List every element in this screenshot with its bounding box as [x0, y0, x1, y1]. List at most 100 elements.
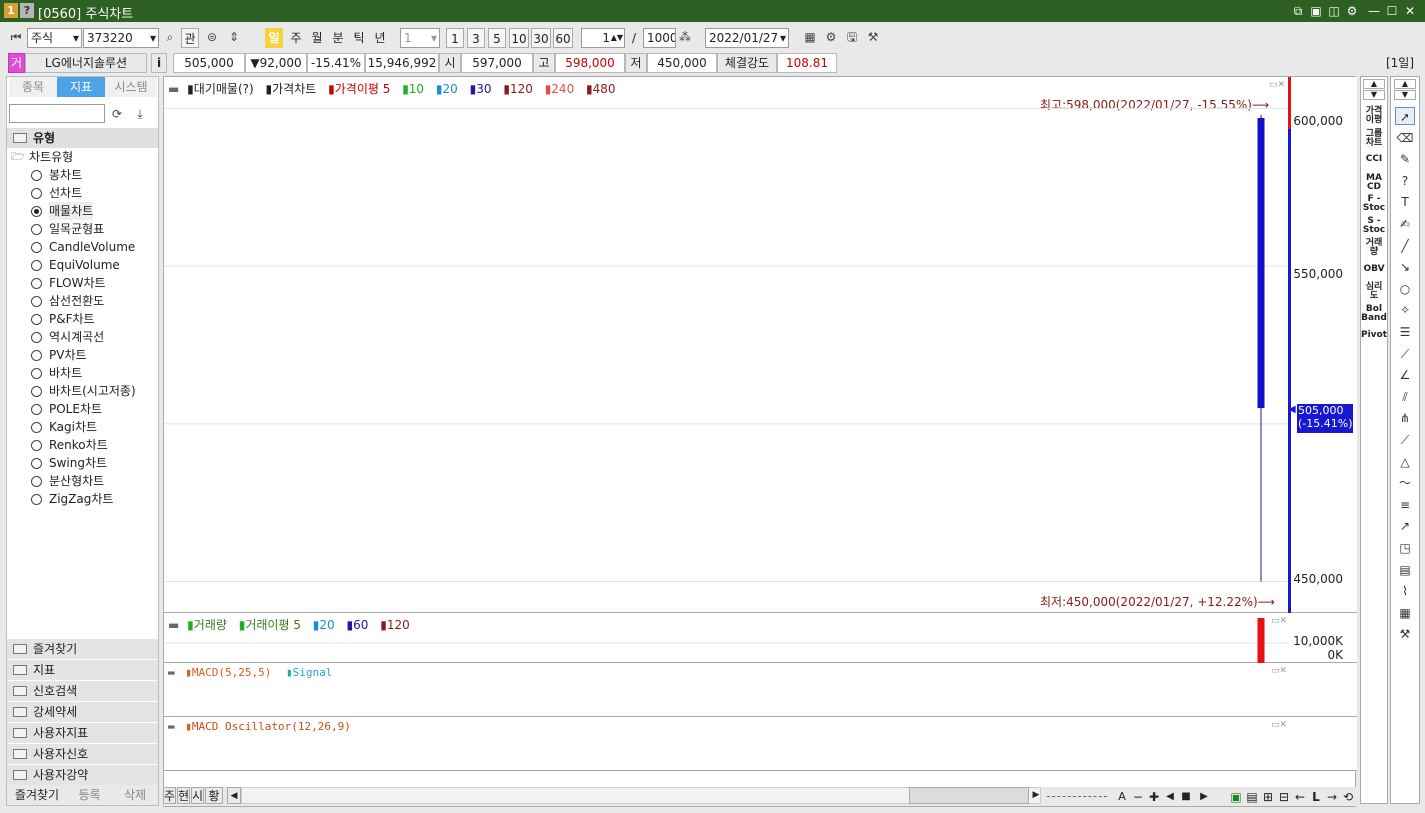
arrow-cursor-icon[interactable]: ➚: [1395, 107, 1415, 125]
wave-icon[interactable]: 〜: [1395, 474, 1415, 492]
chart-type-option[interactable]: 봉차트: [7, 166, 157, 184]
text-icon[interactable]: T: [1395, 193, 1415, 211]
wrench-icon[interactable]: ⚒: [1395, 625, 1415, 643]
scroll-left-icon[interactable]: ◀: [227, 787, 241, 804]
radio-button[interactable]: [31, 350, 42, 361]
chart-area[interactable]: ▬ ▮대기매물(?) ▮가격차트 ▮가격이평 5 ▮10 ▮20 ▮30 ▮12…: [163, 76, 1357, 807]
radio-button[interactable]: [31, 170, 42, 181]
scroll-down-icon[interactable]: ▼: [1394, 90, 1416, 100]
gwan-button[interactable]: 관: [181, 28, 199, 48]
reset-icon[interactable]: ⟲: [1341, 787, 1355, 807]
chart-type-option[interactable]: P&F차트: [7, 310, 157, 328]
pane-controls[interactable]: ▭✕: [1271, 720, 1287, 730]
period-tick-button[interactable]: 틱: [350, 28, 368, 48]
chart-type-option[interactable]: FLOW차트: [7, 274, 157, 292]
zoom-icon[interactable]: ⁂: [676, 28, 694, 46]
radio-button[interactable]: [31, 278, 42, 289]
trend-line-icon[interactable]: ↘: [1395, 258, 1415, 276]
forward-arrow-icon[interactable]: →: [1325, 787, 1339, 807]
gann-icon[interactable]: ⟋: [1395, 345, 1415, 363]
code-input[interactable]: 373220 ▾: [83, 28, 159, 48]
radio-button[interactable]: [31, 458, 42, 469]
indicator-button[interactable]: 그룹 차트: [1361, 130, 1387, 148]
radio-button[interactable]: [31, 332, 42, 343]
chart-type-option[interactable]: 바차트(시고저종): [7, 382, 157, 400]
auto-trend-icon[interactable]: ↗: [1395, 517, 1415, 535]
print-icon[interactable]: ▤: [1395, 561, 1415, 579]
zoom-in-icon[interactable]: ✚: [1147, 787, 1161, 807]
indicator-button[interactable]: CCI: [1361, 155, 1387, 164]
close-icon[interactable]: ✕: [1402, 3, 1418, 19]
sync-icon[interactable]: ⊜: [203, 28, 221, 46]
image-icon[interactable]: ⊟: [1277, 787, 1291, 807]
folder-user-strength[interactable]: 사용자강약: [7, 764, 158, 785]
macd-pane[interactable]: ▬ ▮MACD(5,25,5) ▮Signal ▭✕: [164, 663, 1357, 717]
period-week-button[interactable]: 주: [287, 28, 305, 48]
radio-button[interactable]: [31, 404, 42, 415]
pen-icon[interactable]: ✍: [1395, 215, 1415, 233]
first-page-icon[interactable]: ⏮: [7, 28, 25, 46]
tab-stock[interactable]: 종목: [9, 77, 57, 97]
folder-user-indicators[interactable]: 사용자지표: [7, 722, 158, 743]
market-select[interactable]: 주식 ▾: [27, 28, 82, 48]
radio-button[interactable]: [31, 386, 42, 397]
period-year-button[interactable]: 년: [371, 28, 389, 48]
radio-button[interactable]: [31, 476, 42, 487]
all-erase-icon[interactable]: ✎: [1395, 150, 1415, 168]
candle-body[interactable]: [1257, 117, 1265, 409]
pane-menu-icon[interactable]: ▬: [168, 720, 175, 733]
indicator-button[interactable]: MA CD: [1361, 174, 1387, 192]
font-size-icon[interactable]: A: [1115, 787, 1129, 807]
bottom-tab-ju[interactable]: 주: [163, 787, 176, 804]
chart-config-icon[interactable]: ▦: [801, 28, 819, 46]
save-icon[interactable]: ▤: [1245, 787, 1259, 807]
indicator-button[interactable]: 심리 도: [1361, 283, 1387, 301]
radio-button[interactable]: [31, 224, 42, 235]
tree-root[interactable]: 🗁 차트유형: [9, 148, 159, 166]
folder-signal-search[interactable]: 신호검색: [7, 680, 158, 701]
indicator-button[interactable]: S - Stoc: [1361, 217, 1387, 235]
eraser-icon[interactable]: ⌫: [1395, 129, 1415, 147]
chart-type-option[interactable]: 삼선전환도: [7, 292, 157, 310]
indicator-button[interactable]: Pivot: [1361, 331, 1387, 340]
layout-icon[interactable]: ⊞: [1261, 787, 1275, 807]
radio-button[interactable]: [31, 368, 42, 379]
triangle-icon[interactable]: △: [1395, 453, 1415, 471]
angle-icon[interactable]: ∠: [1395, 366, 1415, 384]
window-help-badge[interactable]: ?: [20, 3, 34, 18]
interval-1-button[interactable]: 1: [446, 28, 464, 48]
folder-indicators[interactable]: 지표: [7, 659, 158, 680]
chart-type-option[interactable]: Renko차트: [7, 436, 157, 454]
tab-system[interactable]: 시스템: [105, 77, 157, 97]
scroll-up-icon[interactable]: ▲: [1363, 79, 1385, 89]
price-pane[interactable]: ▬ ▮대기매물(?) ▮가격차트 ▮가격이평 5 ▮10 ▮20 ▮30 ▮12…: [164, 77, 1357, 613]
favorites-tab[interactable]: 즐겨찾기: [7, 785, 67, 805]
interval-5-button[interactable]: 5: [488, 28, 506, 48]
radio-button[interactable]: [31, 440, 42, 451]
fibo-icon[interactable]: ✧: [1395, 301, 1415, 319]
radio-button[interactable]: [31, 296, 42, 307]
equal-lines-icon[interactable]: ☰: [1395, 323, 1415, 341]
bottom-tab-hwang[interactable]: 황: [205, 787, 223, 804]
bottom-tab-hyeon[interactable]: 현: [177, 787, 190, 804]
cycle-icon[interactable]: ≡: [1395, 496, 1415, 514]
back-arrow-icon[interactable]: ←: [1293, 787, 1307, 807]
radio-button[interactable]: [31, 206, 42, 217]
folder-user-signals[interactable]: 사용자신호: [7, 743, 158, 764]
radio-button[interactable]: [31, 242, 42, 253]
indicator-button[interactable]: 가격 이평: [1361, 107, 1387, 125]
help-icon[interactable]: ?: [1395, 172, 1415, 190]
line-icon[interactable]: ╱: [1395, 237, 1415, 255]
save-icon[interactable]: 🖫: [843, 28, 861, 46]
legend-item[interactable]: ▮MACD(5,25,5): [185, 666, 275, 679]
interval-3-button[interactable]: 3: [467, 28, 485, 48]
tab-indicator[interactable]: 지표: [57, 77, 105, 97]
indicator-button[interactable]: F - Stoc: [1361, 195, 1387, 213]
indicator-button[interactable]: Bol Band: [1361, 305, 1387, 323]
radio-button[interactable]: [31, 494, 42, 505]
chart-type-option[interactable]: 매물차트: [7, 202, 157, 220]
chart-type-option[interactable]: 바차트: [7, 364, 157, 382]
maximize-icon[interactable]: ☐: [1384, 3, 1400, 19]
radio-button[interactable]: [31, 422, 42, 433]
volume-bar[interactable]: [1257, 617, 1265, 663]
